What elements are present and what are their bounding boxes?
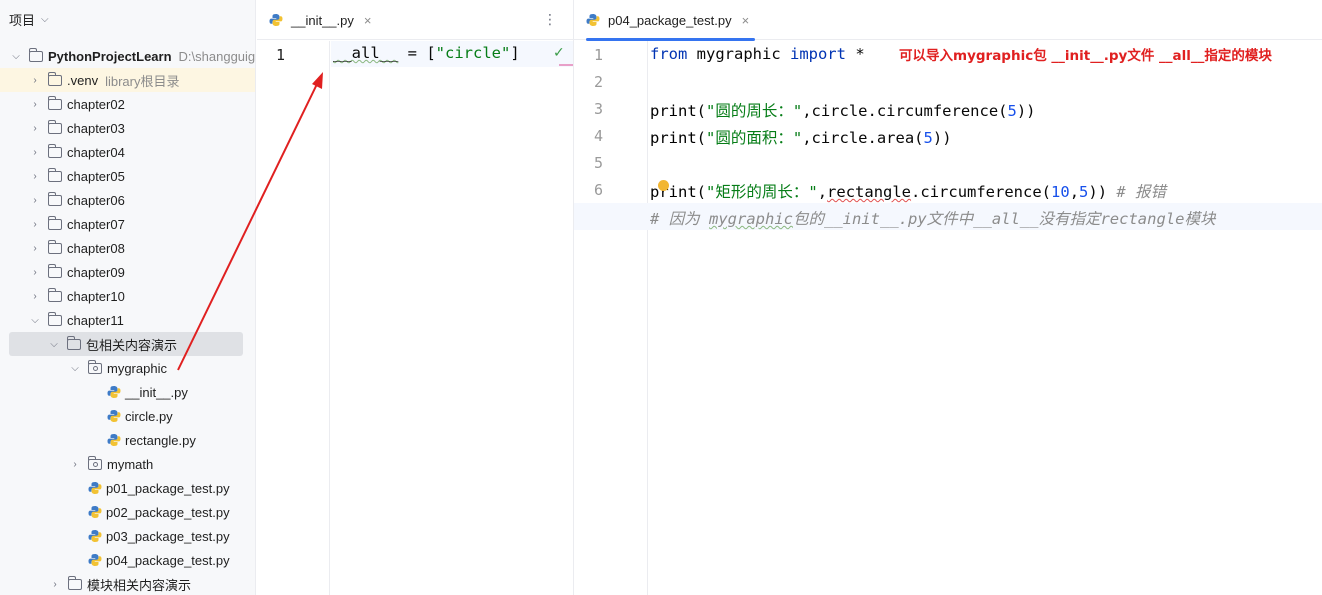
arrow-line: [177, 81, 319, 371]
annotation-arrow: [177, 72, 323, 371]
arrow-head: [312, 72, 323, 89]
